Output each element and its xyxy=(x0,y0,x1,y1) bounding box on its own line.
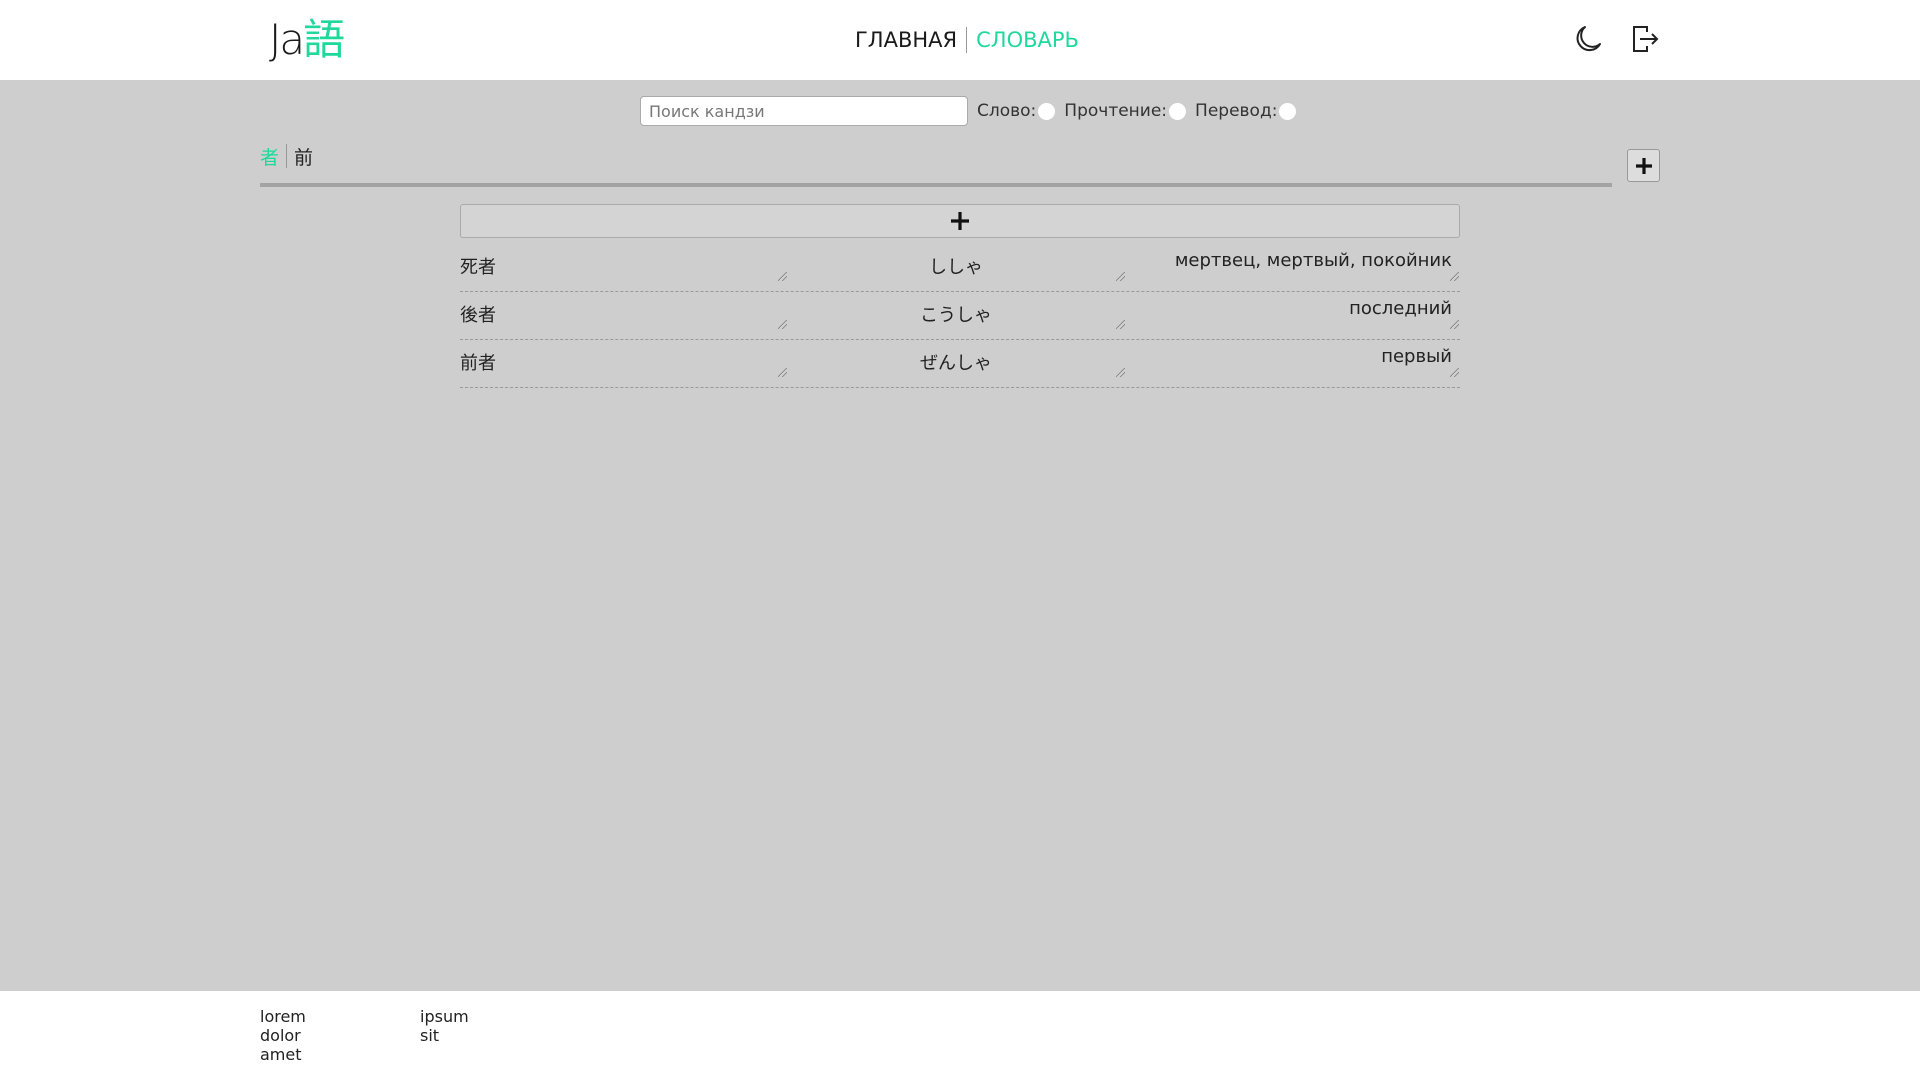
footer-column: ipsum sit xyxy=(420,1007,469,1045)
word-list: 死者 ししゃ мертвец, мертвый, покойник 後者 こうし… xyxy=(460,244,1460,388)
translation-field[interactable]: мертвец, мертвый, покойник xyxy=(1134,244,1460,292)
plus-icon xyxy=(1635,157,1652,174)
main-area: Слово: Прочтение: Перевод: 者 前 死者 ししゃ ме… xyxy=(0,80,1920,991)
add-word-button[interactable] xyxy=(460,204,1460,238)
footer-link[interactable]: lorem xyxy=(260,1007,306,1026)
footer-link[interactable]: dolor xyxy=(260,1026,306,1045)
header: Ja語 ГЛАВНАЯ СЛОВАРЬ xyxy=(0,0,1920,80)
word-field[interactable]: 死者 xyxy=(460,244,788,292)
tabs-underline xyxy=(260,183,1612,187)
search-bar: Слово: Прочтение: Перевод: xyxy=(640,96,1297,126)
translation-field[interactable]: первый xyxy=(1134,340,1460,388)
nav-divider xyxy=(966,27,968,53)
logo-text: Ja xyxy=(269,15,305,64)
footer: lorem dolor amet ipsum sit xyxy=(0,991,1920,1080)
translation-text: последний xyxy=(1349,298,1452,319)
translation-text: первый xyxy=(1381,346,1452,367)
translation-field[interactable]: последний xyxy=(1134,292,1460,340)
main-nav: ГЛАВНАЯ СЛОВАРЬ xyxy=(855,26,1079,54)
word-row: 後者 こうしゃ последний xyxy=(460,292,1460,340)
filter-translation-radio[interactable] xyxy=(1279,102,1297,120)
resize-handle[interactable] xyxy=(1450,368,1459,377)
filter-reading-label: Прочтение: xyxy=(1064,101,1168,121)
translation-text: мертвец, мертвый, покойник xyxy=(1174,250,1452,271)
word-row: 前者 ぜんしゃ первый xyxy=(460,340,1460,388)
footer-link[interactable]: sit xyxy=(420,1026,469,1045)
resize-handle[interactable] xyxy=(778,272,787,281)
resize-handle[interactable] xyxy=(778,320,787,329)
word-text: 死者 xyxy=(460,257,496,278)
reading-field[interactable]: ぜんしゃ xyxy=(796,340,1126,388)
kanji-tab[interactable]: 前 xyxy=(294,143,313,170)
reading-text: こうしゃ xyxy=(920,305,992,326)
reading-field[interactable]: こうしゃ xyxy=(796,292,1126,340)
filter-translation-label: Перевод: xyxy=(1195,101,1278,121)
filter-word-label: Слово: xyxy=(977,101,1037,121)
resize-handle[interactable] xyxy=(1450,320,1459,329)
nav-main-link[interactable]: ГЛАВНАЯ xyxy=(855,28,957,52)
tab-divider xyxy=(286,144,288,168)
logo[interactable]: Ja語 xyxy=(269,16,345,64)
resize-handle[interactable] xyxy=(1116,320,1125,329)
footer-column: lorem dolor amet xyxy=(260,1007,306,1064)
filter-reading-radio[interactable] xyxy=(1169,102,1187,120)
reading-field[interactable]: ししゃ xyxy=(796,244,1126,292)
moon-icon[interactable] xyxy=(1571,22,1605,56)
resize-handle[interactable] xyxy=(1450,272,1459,281)
kanji-search-input[interactable] xyxy=(640,96,968,126)
footer-link[interactable]: amet xyxy=(260,1045,306,1064)
filter-word-radio[interactable] xyxy=(1038,102,1056,120)
word-text: 後者 xyxy=(460,305,496,326)
nav-dictionary-link[interactable]: СЛОВАРЬ xyxy=(976,28,1079,52)
word-field[interactable]: 前者 xyxy=(460,340,788,388)
add-kanji-button[interactable] xyxy=(1627,149,1660,182)
resize-handle[interactable] xyxy=(1116,368,1125,377)
reading-text: ししゃ xyxy=(929,257,983,278)
plus-icon xyxy=(951,212,969,230)
resize-handle[interactable] xyxy=(778,368,787,377)
footer-link[interactable]: ipsum xyxy=(420,1007,469,1026)
kanji-tab[interactable]: 者 xyxy=(260,143,279,170)
kanji-tabs: 者 前 xyxy=(260,142,313,170)
logout-icon[interactable] xyxy=(1628,22,1662,56)
resize-handle[interactable] xyxy=(1116,272,1125,281)
word-text: 前者 xyxy=(460,353,496,374)
logo-kanji: 語 xyxy=(303,15,346,64)
word-row: 死者 ししゃ мертвец, мертвый, покойник xyxy=(460,244,1460,292)
reading-text: ぜんしゃ xyxy=(920,353,992,374)
word-field[interactable]: 後者 xyxy=(460,292,788,340)
